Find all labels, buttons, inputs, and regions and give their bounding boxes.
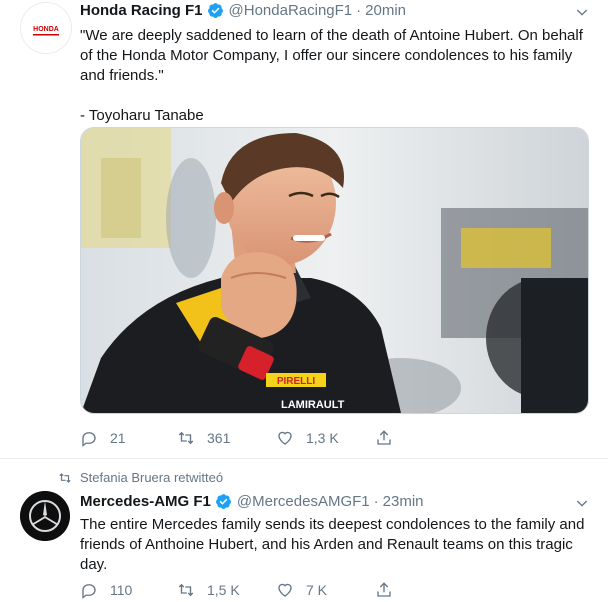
share-icon [377,582,391,597]
share-action[interactable] [375,581,405,599]
like-icon [278,431,292,445]
like-action[interactable]: 1,3 K [276,429,339,447]
tweet-header: Honda Racing F1 @HondaRacingF1 · 20min [80,2,406,19]
honda-logo-text: HONDA [33,26,59,33]
tweet-text-line: The entire Mercedes family sends its dee… [80,516,585,533]
photo-caption-text: LAMIRAULT [281,399,345,411]
author-name[interactable]: Honda Racing F1 [80,2,203,19]
retweet-icon [178,583,194,597]
retweet-count: 361 [207,430,231,446]
verified-badge-icon [215,494,231,510]
separator-dot: · [356,2,362,19]
like-count: 1,3 K [306,430,339,446]
tweet-header: Mercedes-AMG F1 @MercedesAMGF1 · 23min [80,493,424,510]
retweet-action[interactable]: 361 [177,429,230,447]
separator-dot: · [373,493,379,510]
reply-count: 110 [110,582,133,598]
mercedes-star-icon [20,491,70,541]
tweet-timestamp[interactable]: 20min [365,2,406,19]
tweet-honda[interactable]: HONDA Honda Racing F1 @HondaRacingF1 · 2… [0,0,608,456]
retweet-icon [59,472,71,483]
reply-action[interactable]: 110 [80,581,132,599]
photo-sponsor: PIRELLI [277,376,316,387]
retweet-context: Stefania Bruera retwitteó [58,470,223,485]
reply-count: 21 [110,430,126,446]
driver-photo-illustration: PIRELLI LAMIRAULT [81,128,588,413]
author-handle[interactable]: @MercedesAMGF1 [237,493,370,510]
verified-badge-icon [207,3,223,19]
author-handle[interactable]: @HondaRacingF1 [229,2,353,19]
tweet-text: The entire Mercedes family sends its dee… [80,515,590,575]
retweet-icon [178,431,194,445]
retweet-label[interactable]: Stefania Bruera retwitteó [80,470,223,485]
like-action[interactable]: 7 K [276,581,327,599]
tweet-text-line: day. [80,556,108,573]
like-icon [278,583,292,597]
reply-icon [82,584,96,599]
avatar-mercedes[interactable] [20,491,70,541]
chevron-down-icon[interactable] [574,495,590,511]
tweet-text-line: friends of Anthoine Hubert, and his Arde… [80,536,573,553]
chevron-down-icon[interactable] [574,4,590,20]
like-count: 7 K [306,582,328,598]
tweet-text-line: "We are deeply saddened to learn of the … [80,27,583,44]
author-name[interactable]: Mercedes-AMG F1 [80,493,211,510]
tweet-photo[interactable]: PIRELLI LAMIRAULT [80,127,589,414]
share-icon [377,430,391,445]
tweet-text: "We are deeply saddened to learn of the … [80,26,590,126]
reply-action[interactable]: 21 [80,429,126,447]
retweet-count: 1,5 K [207,582,240,598]
reply-icon [82,432,96,447]
tweet-timestamp[interactable]: 23min [383,493,424,510]
tweet-signature: - Toyoharu Tanabe [80,107,204,124]
share-action[interactable] [375,429,405,447]
tweet-mercedes[interactable]: Stefania Bruera retwitteó Mercedes-AMG F… [0,459,608,602]
avatar-honda[interactable]: HONDA [20,2,72,54]
retweet-action[interactable]: 1,5 K [177,581,240,599]
tweet-text-line: of the Honda Motor Company, I offer our … [80,47,573,64]
tweet-text-line: and friends." [80,67,164,84]
